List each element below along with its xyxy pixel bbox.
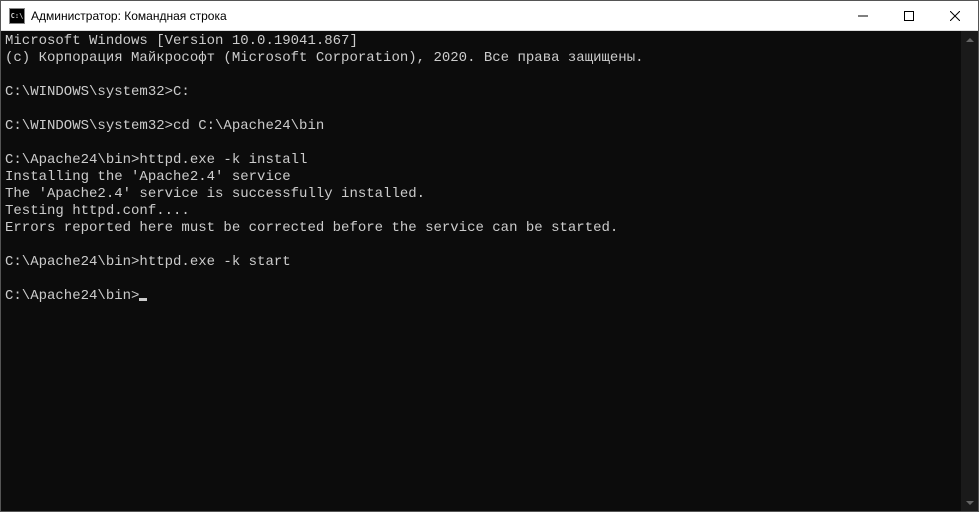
terminal-line: C:\Apache24\bin> (5, 288, 957, 305)
terminal-area: Microsoft Windows [Version 10.0.19041.86… (1, 31, 978, 511)
terminal-line: Installing the 'Apache2.4' service (5, 169, 957, 186)
terminal-line: C:\Apache24\bin>httpd.exe -k install (5, 152, 957, 169)
terminal-line: (c) Корпорация Майкрософт (Microsoft Cor… (5, 50, 957, 67)
command-prompt-window: C:\ Администратор: Командная строка Micr… (0, 0, 979, 512)
app-icon: C:\ (9, 8, 25, 24)
maximize-icon (904, 11, 914, 21)
terminal-line (5, 237, 957, 254)
scroll-up-button[interactable] (961, 31, 978, 48)
close-button[interactable] (932, 1, 978, 30)
terminal-line: Microsoft Windows [Version 10.0.19041.86… (5, 33, 957, 50)
terminal-line (5, 135, 957, 152)
terminal-line (5, 101, 957, 118)
terminal-line: C:\WINDOWS\system32>cd C:\Apache24\bin (5, 118, 957, 135)
close-icon (950, 11, 960, 21)
terminal-line: Testing httpd.conf.... (5, 203, 957, 220)
terminal-output[interactable]: Microsoft Windows [Version 10.0.19041.86… (1, 31, 961, 511)
window-controls (840, 1, 978, 30)
maximize-button[interactable] (886, 1, 932, 30)
scroll-track[interactable] (961, 48, 978, 494)
chevron-down-icon (966, 501, 974, 505)
terminal-line: C:\WINDOWS\system32>C: (5, 84, 957, 101)
window-title: Администратор: Командная строка (31, 9, 840, 23)
scrollbar[interactable] (961, 31, 978, 511)
terminal-line: The 'Apache2.4' service is successfully … (5, 186, 957, 203)
cursor (139, 298, 147, 301)
minimize-button[interactable] (840, 1, 886, 30)
chevron-up-icon (966, 38, 974, 42)
terminal-line: Errors reported here must be corrected b… (5, 220, 957, 237)
terminal-line: C:\Apache24\bin>httpd.exe -k start (5, 254, 957, 271)
terminal-line (5, 67, 957, 84)
terminal-line (5, 271, 957, 288)
scroll-down-button[interactable] (961, 494, 978, 511)
titlebar[interactable]: C:\ Администратор: Командная строка (1, 1, 978, 31)
minimize-icon (858, 11, 868, 21)
